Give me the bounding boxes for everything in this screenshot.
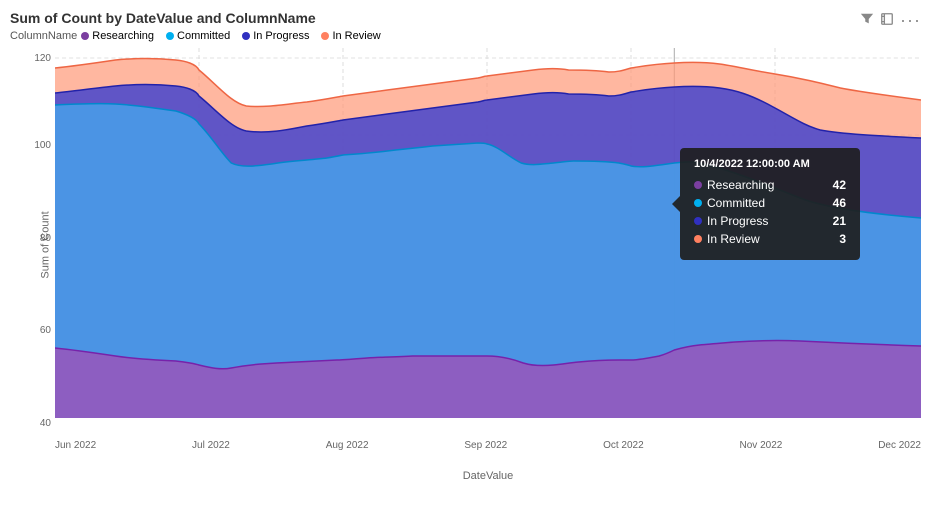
legend-item-in-review: In Review [321, 30, 380, 42]
chart-plot-area: 10/4/2022 12:00:00 AM Researching 42 Com… [55, 48, 921, 468]
x-axis-ticks: Jun 2022 Jul 2022 Aug 2022 Sep 2022 Oct … [55, 438, 921, 451]
legend-label-in-progress: In Progress [253, 30, 309, 42]
chart-container: ··· Sum of Count by DateValue and Column… [0, 0, 931, 530]
legend-label-in-review: In Review [332, 30, 380, 42]
legend-item-committed: Committed [166, 30, 230, 42]
x-tick-jun: Jun 2022 [55, 440, 96, 451]
x-tick-jul: Jul 2022 [192, 440, 230, 451]
expand-icon[interactable] [880, 12, 894, 29]
y-axis-label: Sum of Count [40, 212, 52, 279]
x-tick-oct: Oct 2022 [603, 440, 644, 451]
legend-label-committed: Committed [177, 30, 230, 42]
legend-dot-committed [166, 32, 174, 40]
legend-label-researching: Researching [92, 30, 154, 42]
legend-column-label: ColumnName [10, 30, 77, 42]
y-tick-80: 80 [40, 233, 51, 244]
x-tick-sep: Sep 2022 [464, 440, 507, 451]
more-icon[interactable]: ··· [900, 10, 921, 31]
legend-dot-researching [81, 32, 89, 40]
chart-legend: ColumnName Researching Committed In Prog… [10, 30, 921, 42]
x-tick-aug: Aug 2022 [326, 440, 369, 451]
legend-item-researching: Researching [81, 30, 154, 42]
legend-dot-in-progress [242, 32, 250, 40]
toolbar: ··· [860, 10, 921, 31]
x-tick-nov: Nov 2022 [740, 440, 783, 451]
y-axis: Sum of Count 120 100 80 60 40 [10, 48, 55, 468]
y-tick-60: 60 [40, 325, 51, 336]
y-tick-100: 100 [34, 140, 51, 151]
y-tick-120: 120 [34, 53, 51, 64]
filter-icon[interactable] [860, 12, 874, 29]
x-tick-dec: Dec 2022 [878, 440, 921, 451]
legend-dot-in-review [321, 32, 329, 40]
chart-title: Sum of Count by DateValue and ColumnName [10, 10, 921, 26]
legend-item-in-progress: In Progress [242, 30, 309, 42]
x-axis-label: DateValue [55, 470, 921, 482]
y-tick-40: 40 [40, 418, 51, 429]
